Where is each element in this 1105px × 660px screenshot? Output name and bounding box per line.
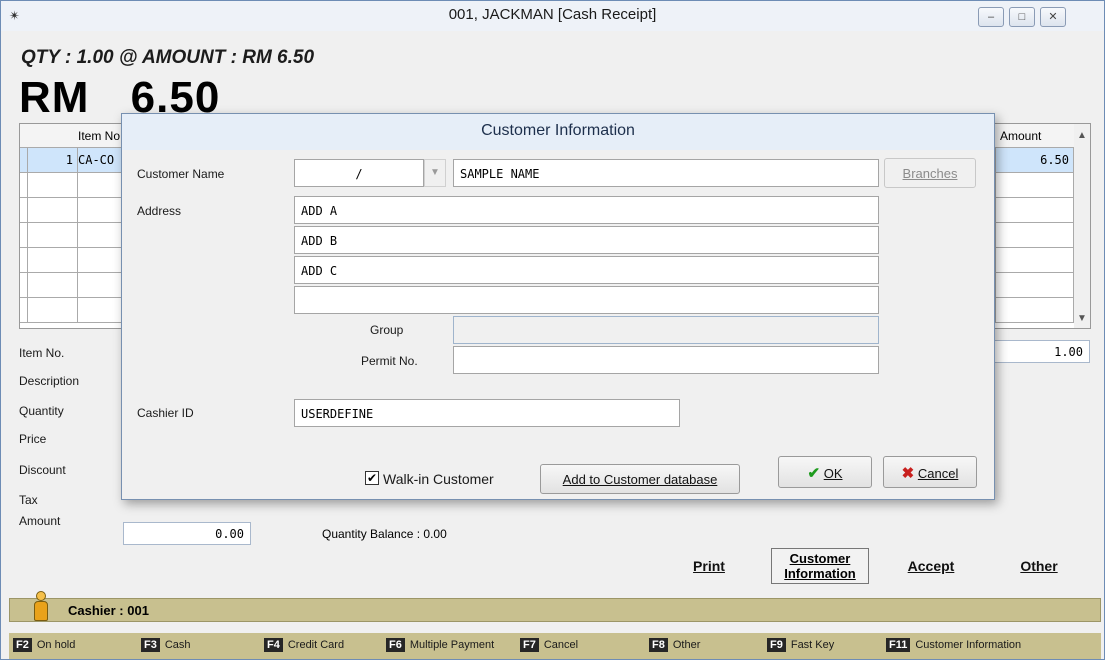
customer-name-label: Customer Name [137,167,225,181]
maximize-button[interactable]: □ [1009,7,1035,27]
other-button[interactable]: Other [1011,558,1067,574]
quantity-label: Quantity [19,404,64,418]
qty-amount-line: QTY : 1.00 @ AMOUNT : RM 6.50 [21,47,315,68]
item-no-label: Item No. [19,346,65,360]
address-line-3[interactable]: ADD C [294,256,879,284]
cashier-bar: Cashier : 001 [9,591,1101,622]
ok-button[interactable]: ✔ OK [778,456,872,488]
dialog-title[interactable]: Customer Information [122,114,994,150]
fkey-f8[interactable]: F8 Other [649,638,700,652]
cashier-person-icon [34,591,48,621]
cancel-button[interactable]: ✖ Cancel [883,456,977,488]
price-label: Price [19,432,47,446]
address-label: Address [137,204,182,218]
address-line-1[interactable]: ADD A [294,196,879,224]
tax-label: Tax [19,493,38,507]
right-value-field[interactable]: 1.00 [994,340,1090,363]
currency-label: RM [19,73,90,122]
chevron-up-icon[interactable]: ▲ [1077,130,1087,141]
branches-button[interactable]: Branches [884,158,976,188]
permit-no-label: Permit No. [361,354,418,368]
cash-receipt-window: ✴ 001, JACKMAN [Cash Receipt] – □ ✕ QTY … [0,0,1105,660]
window-title: 001, JACKMAN [Cash Receipt] [448,6,657,23]
chevron-down-icon[interactable]: ▼ [424,159,446,187]
fkey-f4[interactable]: F4 Credit Card [264,638,344,652]
customer-name-field[interactable]: SAMPLE NAME [453,159,879,187]
function-key-bar: F2 On hold F3 Cash F4 Credit Card F6 Multipl… [9,633,1101,659]
customer-information-dialog: Customer Information Customer Name / ▼ S… [121,113,995,500]
grid-scrollbar[interactable]: ▲ ▼ [1074,124,1090,328]
description-label: Description [19,374,80,388]
quantity-balance: Quantity Balance : 0.00 [322,527,447,541]
close-icon: ✖ [901,465,915,482]
cashier-id-label: Cashier ID [137,406,194,420]
row-number: 1 [28,148,78,172]
column-amount[interactable]: Amount [1000,129,1041,143]
address-line-4[interactable] [294,286,879,314]
fkey-f11[interactable]: F11 Customer Information [886,638,1021,652]
checkmark-icon: ✔ [807,465,821,482]
amount-label: Amount [19,514,61,528]
close-button[interactable]: ✕ [1040,7,1066,27]
customer-information-button[interactable]: Customer Information [771,548,869,584]
group-field[interactable] [453,316,879,344]
cashier-id-field[interactable]: USERDEFINE [294,399,680,427]
walk-in-label[interactable]: Walk-in Customer [383,471,494,487]
amount-field[interactable]: 0.00 [123,522,251,545]
address-line-2[interactable]: ADD B [294,226,879,254]
fkey-f7[interactable]: F7 Cancel [520,638,578,652]
row-amount: 6.50 [995,148,1074,172]
fkey-f3[interactable]: F3 Cash [141,638,191,652]
discount-label: Discount [19,463,66,477]
chevron-down-icon[interactable]: ▼ [1077,313,1087,324]
accept-button[interactable]: Accept [896,558,966,574]
cashier-label: Cashier : 001 [68,603,149,618]
fkey-f6[interactable]: F6 Multiple Payment [386,638,494,652]
group-label: Group [370,323,404,337]
minimize-button[interactable]: – [978,7,1004,27]
add-to-customer-database-button[interactable]: Add to Customer database [540,464,740,494]
print-button[interactable]: Print [684,558,734,574]
title-bar[interactable]: ✴ 001, JACKMAN [Cash Receipt] – □ ✕ [1,1,1104,31]
permit-no-field[interactable] [453,346,879,374]
fkey-f2[interactable]: F2 On hold [13,638,75,652]
customer-code-field[interactable]: / [294,159,424,187]
column-item-no[interactable]: Item No [78,129,120,143]
fkey-f9[interactable]: F9 Fast Key [767,638,834,652]
walk-in-checkbox[interactable]: ✔ [365,471,379,485]
row-item: CA-CO [78,153,115,167]
